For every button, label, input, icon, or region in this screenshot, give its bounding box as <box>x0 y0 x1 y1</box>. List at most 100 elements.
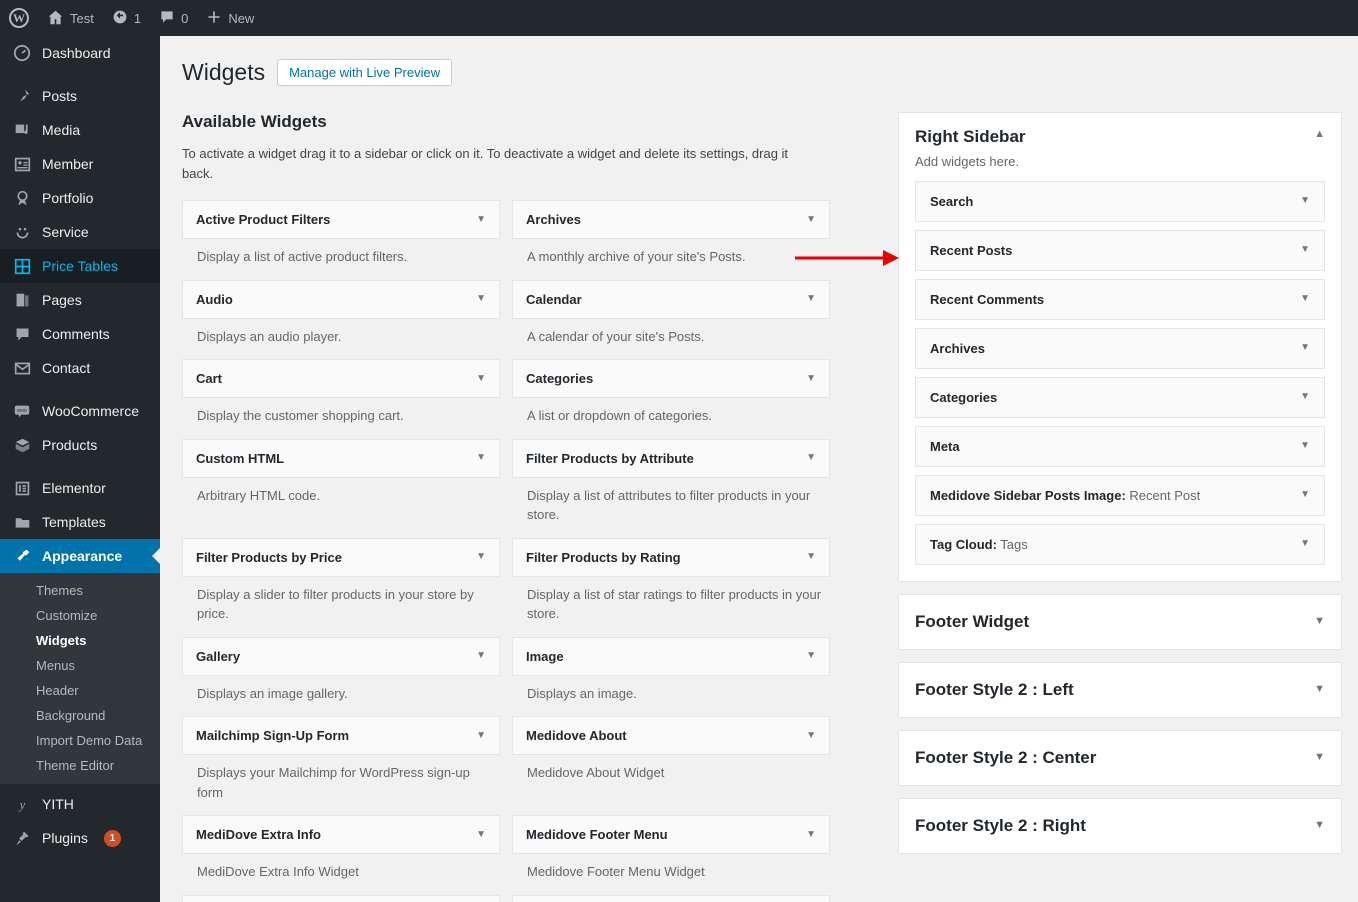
sidebar-item-price-tables[interactable]: Price Tables <box>0 249 160 283</box>
chevron-down-icon[interactable]: ▼ <box>1314 614 1325 629</box>
sidebar-widget-recent-posts[interactable]: Recent Posts ▼ <box>915 229 1325 271</box>
chevron-down-icon[interactable]: ▼ <box>1300 343 1310 353</box>
available-widget-mailchimp-sign-up-form[interactable]: Mailchimp Sign-Up Form ▼ <box>182 716 500 756</box>
available-widget-categories[interactable]: Categories ▼ <box>512 359 830 399</box>
available-widget-gallery[interactable]: Gallery ▼ <box>182 636 500 676</box>
chevron-down-icon[interactable]: ▼ <box>476 829 486 840</box>
available-widget-medidove-extra-info[interactable]: MediDove Extra Info ▼ <box>182 815 500 855</box>
sidebar-item-dashboard[interactable]: Dashboard <box>0 36 160 70</box>
chevron-down-icon[interactable]: ▼ <box>806 214 816 225</box>
plugins-update-badge: 1 <box>103 829 121 847</box>
chevron-down-icon[interactable]: ▼ <box>1300 196 1310 206</box>
sidebar-widget-categories[interactable]: Categories ▼ <box>915 376 1325 418</box>
elementor-icon <box>12 480 32 497</box>
new-content-menu[interactable]: New <box>197 0 263 36</box>
sidebar-item-woocommerce[interactable]: woo WooCommerce <box>0 394 160 428</box>
available-widget-filter-products-by-rating[interactable]: Filter Products by Rating ▼ <box>512 537 830 577</box>
chevron-down-icon[interactable]: ▼ <box>1300 490 1310 500</box>
available-widget-cart[interactable]: Cart ▼ <box>182 359 500 399</box>
sidebar-widget-meta[interactable]: Meta ▼ <box>915 425 1325 467</box>
available-widget-filter-products-by-price[interactable]: Filter Products by Price ▼ <box>182 537 500 577</box>
manage-with-live-preview-button[interactable]: Manage with Live Preview <box>277 59 453 87</box>
chevron-down-icon[interactable]: ▼ <box>806 730 816 741</box>
sidebar-item-pages[interactable]: Pages <box>0 283 160 317</box>
chevron-down-icon[interactable]: ▼ <box>1314 818 1325 833</box>
sidebar-item-yith[interactable]: y YITH <box>0 787 160 821</box>
templates-icon <box>12 514 32 531</box>
chevron-down-icon[interactable]: ▼ <box>476 730 486 741</box>
available-widget-calendar[interactable]: Calendar ▼ <box>512 279 830 319</box>
available-widget-custom-html[interactable]: Custom HTML ▼ <box>182 438 500 478</box>
available-widget-archives[interactable]: Archives ▼ <box>512 200 830 240</box>
chevron-down-icon[interactable]: ▼ <box>806 294 816 304</box>
submenu-item-header[interactable]: Header <box>0 678 160 703</box>
available-widget-filter-products-by-attribute[interactable]: Filter Products by Attribute ▼ <box>512 438 830 478</box>
submenu-item-widgets[interactable]: Widgets <box>0 628 160 653</box>
sidebar-item-media[interactable]: Media <box>0 113 160 147</box>
submenu-item-customize[interactable]: Customize <box>0 603 160 628</box>
widget-cell: Mailchimp Sign-Up Form ▼ Displays your M… <box>182 716 500 815</box>
chevron-down-icon[interactable]: ▼ <box>806 373 816 384</box>
sidebar-item-portfolio[interactable]: Portfolio <box>0 181 160 215</box>
submenu-item-import-demo-data[interactable]: Import Demo Data <box>0 728 160 753</box>
sidebar-footer-style-2-left[interactable]: Footer Style 2 : Left ▼ <box>898 661 1342 718</box>
available-widget-audio[interactable]: Audio ▼ <box>182 279 500 319</box>
sidebar-item-posts[interactable]: Posts <box>0 79 160 113</box>
sidebar-item-member[interactable]: Member <box>0 147 160 181</box>
chevron-down-icon[interactable]: ▼ <box>806 829 816 840</box>
widget-cell <box>182 894 500 902</box>
sidebar-widget-tag-cloud[interactable]: Tag Cloud: Tags ▼ <box>915 523 1325 565</box>
sidebar-item-elementor[interactable]: Elementor <box>0 471 160 505</box>
available-widget-active-product-filters[interactable]: Active Product Filters ▼ <box>182 200 500 240</box>
chevron-down-icon[interactable]: ▼ <box>1300 392 1310 402</box>
chevron-down-icon[interactable]: ▼ <box>476 552 486 562</box>
chevron-down-icon[interactable]: ▼ <box>806 552 816 562</box>
sidebar-footer-style-2-center[interactable]: Footer Style 2 : Center ▼ <box>898 729 1342 786</box>
comments-menu[interactable]: 0 <box>150 0 197 36</box>
sidebar-item-plugins[interactable]: Plugins 1 <box>0 821 160 855</box>
sidebar-footer-style-2-right[interactable]: Footer Style 2 : Right ▼ <box>898 797 1342 854</box>
chevron-down-icon[interactable]: ▼ <box>1300 245 1310 255</box>
available-widget-next-right[interactable] <box>512 894 830 902</box>
new-label: New <box>228 10 255 26</box>
sidebar-item-service[interactable]: Service <box>0 215 160 249</box>
updates-menu[interactable]: 1 <box>103 0 150 36</box>
chevron-down-icon[interactable]: ▼ <box>476 214 486 225</box>
widget-title: Filter Products by Attribute <box>526 450 694 466</box>
submenu-item-background[interactable]: Background <box>0 703 160 728</box>
sidebar-widget-recent-comments[interactable]: Recent Comments ▼ <box>915 278 1325 320</box>
chevron-down-icon[interactable]: ▼ <box>1300 539 1310 549</box>
sidebar-item-comments[interactable]: Comments <box>0 317 160 351</box>
sidebar-item-products[interactable]: Products <box>0 428 160 462</box>
available-widget-medidove-footer-menu[interactable]: Medidove Footer Menu ▼ <box>512 815 830 855</box>
sidebar-item-appearance[interactable]: Appearance <box>0 539 160 573</box>
chevron-down-icon[interactable]: ▼ <box>806 651 816 661</box>
chevron-down-icon[interactable]: ▼ <box>476 651 486 661</box>
widget-title: Cart <box>196 371 223 387</box>
chevron-down-icon[interactable]: ▼ <box>476 294 486 304</box>
available-widget-image[interactable]: Image ▼ <box>512 636 830 676</box>
sidebar-widget-medidove-sidebar-posts-image[interactable]: Medidove Sidebar Posts Image: Recent Pos… <box>915 474 1325 516</box>
sidebar-item-templates[interactable]: Templates <box>0 505 160 539</box>
available-widget-next-left[interactable] <box>182 894 500 902</box>
chevron-down-icon[interactable]: ▼ <box>1314 750 1325 765</box>
sidebar-footer-widget[interactable]: Footer Widget ▼ <box>898 593 1342 650</box>
chevron-down-icon[interactable]: ▼ <box>806 453 816 463</box>
available-widget-medidove-about[interactable]: Medidove About ▼ <box>512 716 830 756</box>
submenu-item-menus[interactable]: Menus <box>0 653 160 678</box>
chevron-down-icon[interactable]: ▼ <box>1314 682 1325 697</box>
submenu-item-themes[interactable]: Themes <box>0 578 160 603</box>
chevron-down-icon[interactable]: ▼ <box>1300 294 1310 304</box>
site-name-menu[interactable]: Test <box>38 0 103 36</box>
sidebar-header[interactable]: Right Sidebar ▲ <box>915 127 1325 147</box>
chevron-up-icon[interactable]: ▲ <box>1314 127 1325 142</box>
chevron-down-icon[interactable]: ▼ <box>1300 441 1310 451</box>
chevron-down-icon[interactable]: ▼ <box>476 373 486 384</box>
chevron-down-icon[interactable]: ▼ <box>476 453 486 463</box>
sidebar-widget-archives[interactable]: Archives ▼ <box>915 327 1325 369</box>
sidebar-widget-search[interactable]: Search ▼ <box>915 180 1325 222</box>
wordpress-logo-menu[interactable]: W <box>0 0 38 36</box>
submenu-item-theme-editor[interactable]: Theme Editor <box>0 753 160 778</box>
available-widgets-panel: Available Widgets To activate a widget d… <box>182 112 882 902</box>
sidebar-item-contact[interactable]: Contact <box>0 351 160 385</box>
